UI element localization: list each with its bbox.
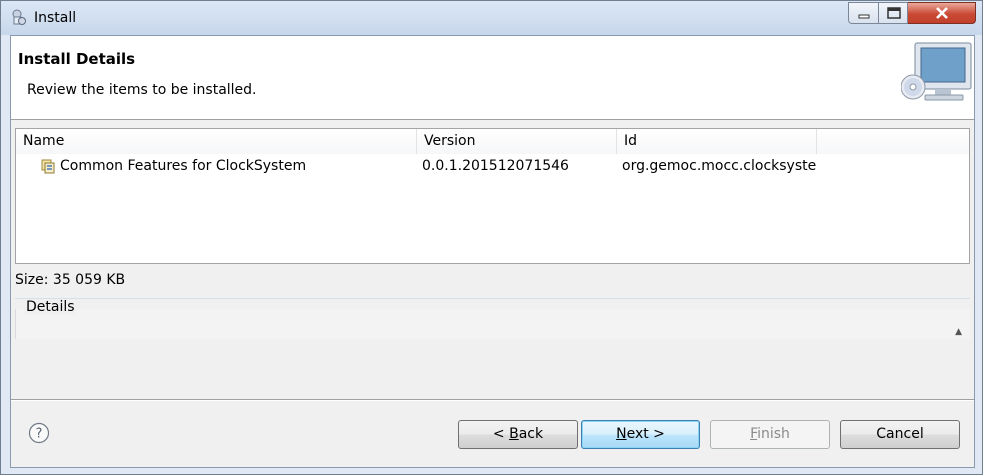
title-bar[interactable]: Install (1, 1, 982, 35)
svg-text:?: ? (36, 427, 43, 442)
next-button-mnemonic: N (616, 426, 627, 442)
column-header-filler (817, 129, 969, 154)
finish-button[interactable]: Finish (710, 420, 830, 449)
minimize-icon (858, 14, 870, 19)
details-group: ▲ Details (15, 298, 970, 340)
details-text-area[interactable]: ▲ (15, 309, 970, 339)
back-button-label: ack (518, 426, 544, 442)
install-dialog-window: Install Install Details Review the items… (0, 0, 983, 475)
wizard-client-area: Install Details Review the items to be i… (10, 35, 975, 468)
close-icon (935, 7, 948, 19)
install-size-label: Size: 35 059 KB (15, 272, 126, 288)
help-icon[interactable]: ? (28, 422, 50, 444)
maximize-button[interactable] (878, 2, 908, 24)
details-label: Details (24, 299, 77, 315)
minimize-button[interactable] (848, 2, 878, 24)
maximize-icon (887, 7, 901, 19)
feature-icon (41, 159, 55, 174)
back-button-mnemonic: B (509, 426, 519, 442)
cancel-button[interactable]: Cancel (840, 420, 960, 449)
column-header-id[interactable]: Id (617, 129, 817, 154)
finish-button-label: inish (757, 426, 790, 442)
computer-cd-icon (901, 42, 972, 101)
column-header-name[interactable]: Name (16, 129, 417, 154)
scroll-up-arrow-icon[interactable]: ▲ (955, 327, 962, 337)
back-button-prefix: < (492, 426, 510, 442)
cell-name: Common Features for ClockSystem (60, 158, 307, 174)
cell-id: org.gemoc.mocc.clocksyste... (622, 158, 816, 174)
cell-version: 0.0.1.201512071546 (422, 158, 569, 174)
back-button[interactable]: < Back (458, 420, 578, 449)
next-button-label: ext > (626, 426, 665, 442)
button-bar-separator (11, 399, 974, 401)
table-row[interactable]: Common Features for ClockSystem 0.0.1.20… (16, 155, 969, 177)
install-wizard-icon (12, 9, 26, 25)
page-title: Install Details (18, 50, 136, 68)
column-header-version[interactable]: Version (417, 129, 617, 154)
wizard-header: Install Details Review the items to be i… (11, 36, 974, 120)
install-items-table[interactable]: Name Version Id Common Features for Cloc… (15, 128, 970, 264)
window-title: Install (34, 10, 77, 26)
next-button[interactable]: Next > (581, 420, 700, 449)
page-description: Review the items to be installed. (27, 82, 257, 98)
close-button[interactable] (908, 2, 976, 24)
